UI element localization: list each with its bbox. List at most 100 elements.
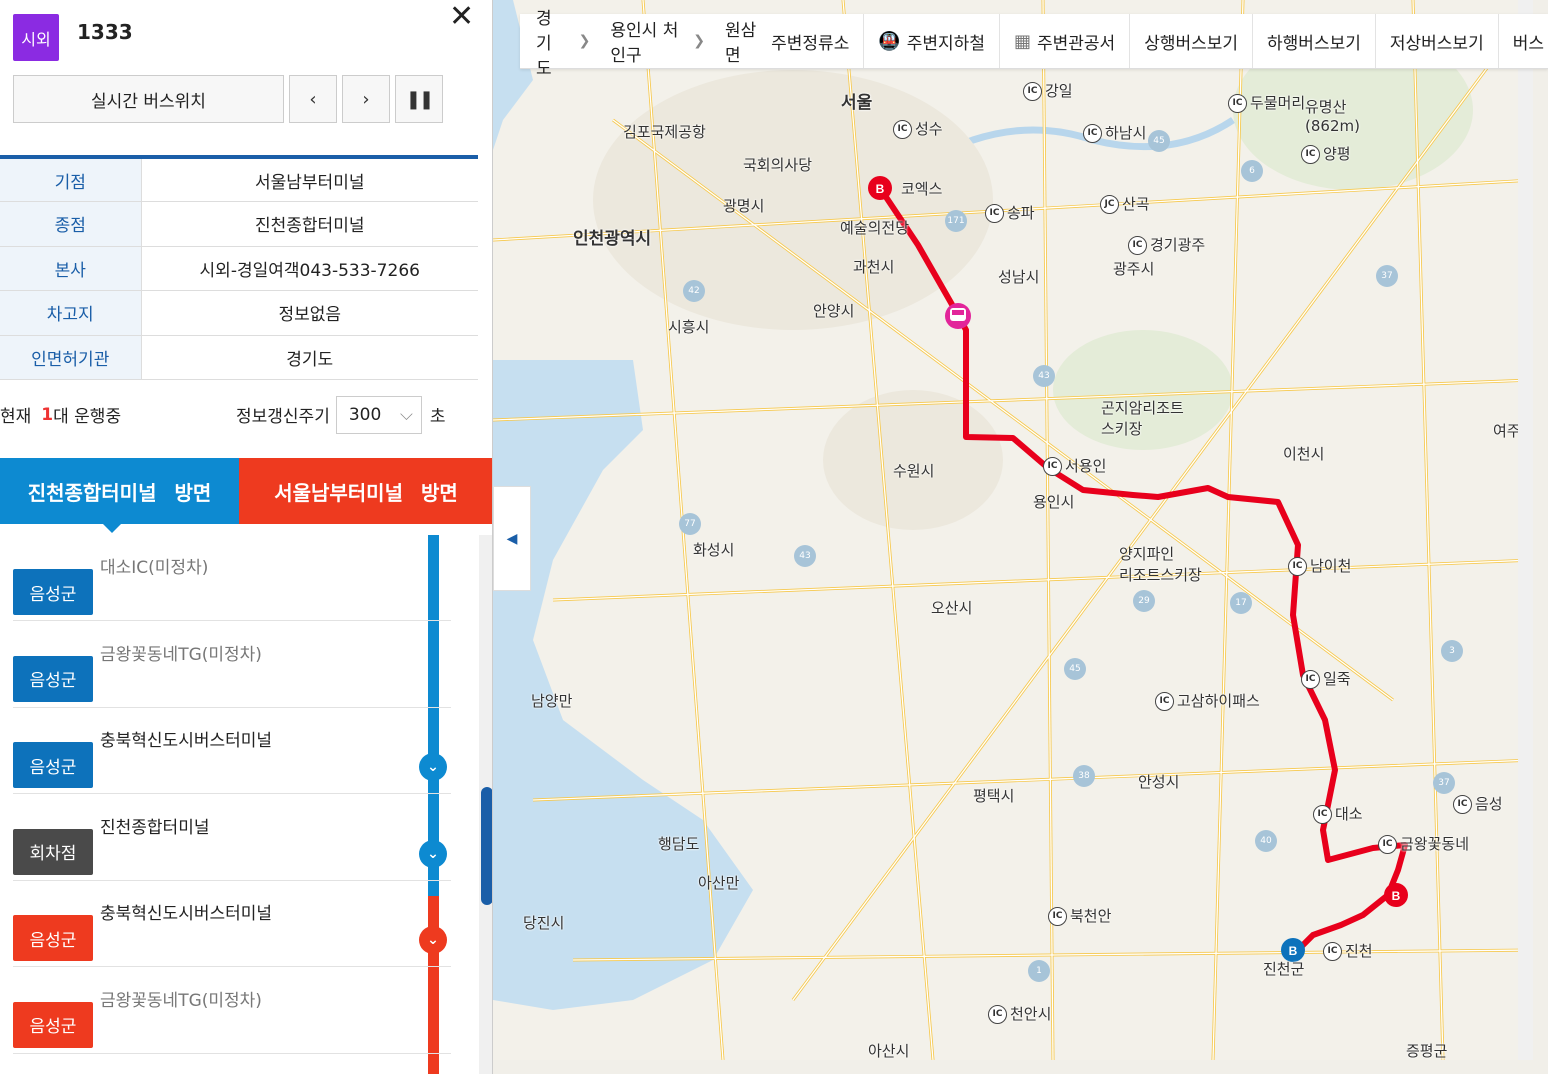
downbound-bus-button[interactable]: 하행버스보기 — [1252, 14, 1375, 68]
place-name: 남양만 — [531, 692, 573, 710]
subway-icon: 🚇 — [878, 30, 901, 52]
map-place-label: 행담도 — [658, 833, 699, 854]
bus-position-marker — [945, 303, 971, 329]
region-badge: 음성군 — [13, 1001, 93, 1048]
place-name: 고삼하이패스 — [1177, 692, 1260, 710]
chevron-down-icon[interactable]: ⌄ — [419, 839, 447, 868]
map-scrollbar-vertical[interactable] — [1518, 0, 1533, 1060]
place-name: 서용인 — [1065, 457, 1107, 475]
place-name: 증평군 — [1406, 1042, 1448, 1060]
chevron-down-icon: ⌵ — [399, 404, 413, 425]
next-button[interactable]: › — [342, 75, 390, 123]
svg-text:B: B — [876, 182, 885, 196]
map-place-label: 안성시 — [1138, 771, 1179, 792]
map-place-label: IC 북천안 — [1048, 905, 1111, 926]
info-label: 차고지 — [0, 290, 142, 335]
list-item[interactable]: 음성군 충북혁신도시버스터미널 ⌄ — [13, 708, 451, 794]
map-place-label: 성남시 — [998, 266, 1039, 287]
map-place-label: 아산시 — [868, 1040, 909, 1060]
scrollbar-thumb[interactable] — [481, 787, 492, 905]
list-item[interactable]: 음성군 금왕꽃동네TG(미정차) — [13, 968, 451, 1054]
place-name: 양지파인 리조트스키장 — [1119, 545, 1202, 584]
place-name: 용인시 — [1033, 493, 1075, 511]
map-place-label: 시흥시 — [668, 316, 709, 337]
list-item[interactable]: 음성군 충북혁신도시버스터미널 ⌄ — [13, 881, 451, 967]
place-name: 아산만 — [698, 874, 740, 892]
place-name: 일죽 — [1323, 670, 1351, 688]
breadcrumb-label: 경기도 — [536, 8, 552, 79]
map-place-label: IC 천안시 — [988, 1003, 1051, 1024]
place-name: 시흥시 — [668, 318, 710, 336]
stop-name: 대소IC(미정차) — [100, 558, 209, 578]
low-floor-bus-button[interactable]: 저상버스보기 — [1374, 14, 1498, 68]
info-label: 종점 — [0, 201, 142, 246]
bus-button[interactable]: 버스 — [1497, 14, 1548, 68]
highway-shield: 42 — [683, 280, 705, 302]
button-label: 주변지하철 — [906, 33, 985, 54]
breadcrumb-province[interactable]: 경기도 ❯ — [520, 9, 606, 79]
interchange-icon: IC — [988, 1005, 1007, 1024]
nearby-subway-button[interactable]: 🚇 주변지하철 — [863, 14, 999, 68]
place-name: 성수 — [915, 120, 943, 138]
highway-shield: 40 — [1255, 830, 1277, 852]
map-place-label: IC 금왕꽃동네 — [1378, 833, 1469, 854]
map-place-label: 수원시 — [893, 460, 934, 481]
map-place-label: 안양시 — [813, 300, 854, 321]
button-label: 저상버스보기 — [1389, 33, 1484, 54]
place-name: 대소 — [1335, 805, 1363, 823]
running-count: 1 — [41, 404, 54, 425]
highway-shield: 43 — [1033, 365, 1055, 387]
map-place-label: 인천광역시 — [573, 224, 651, 249]
nearby-stops-button[interactable]: 주변정류소 — [769, 14, 863, 68]
button-label: 주변정류소 — [771, 33, 850, 54]
direction-name: 진천종합터미널 — [27, 480, 157, 505]
pause-icon: ❚❚ — [405, 88, 434, 110]
map-view[interactable]: B B B 서울 인천광역시 IC 강일 IC 하남시 IC 성수 IC 두물머리 IC 양평 IC 송파… — [493, 0, 1533, 1060]
info-row-garage: 차고지 정보없음 — [0, 290, 478, 335]
interchange-icon: IC — [1301, 145, 1320, 164]
upbound-bus-button[interactable]: 상행버스보기 — [1129, 14, 1252, 68]
info-row-company: 본사 시외-경일여객043-533-7266 — [0, 246, 478, 291]
svg-text:B: B — [1392, 889, 1401, 903]
collapse-panel-button[interactable]: ◀ — [493, 486, 531, 591]
route-type-badge: 시외 — [13, 14, 59, 61]
close-icon[interactable]: ✕ — [449, 2, 474, 32]
place-name: 김포국제공항 — [623, 123, 706, 141]
breadcrumb-town[interactable]: 원삼면 — [721, 14, 769, 68]
map-place-label: 진천군 — [1263, 958, 1304, 979]
interchange-icon: IC — [1323, 942, 1342, 961]
chevron-down-icon[interactable]: ⌄ — [419, 753, 447, 781]
place-name: 안성시 — [1138, 773, 1180, 791]
interchange-icon: IC — [1453, 795, 1472, 814]
map-place-label: 광주시 — [1113, 258, 1154, 279]
button-label: 주변관공서 — [1036, 33, 1116, 54]
tab-direction-destination[interactable]: 진천종합터미널 방면 — [0, 458, 239, 533]
map-place-label: 서울 — [841, 88, 872, 113]
map-place-label: IC 강일 — [1023, 80, 1073, 101]
list-item[interactable]: 회차점 진천종합터미널 ⌄ — [13, 795, 451, 881]
refresh-interval-select[interactable]: 300 ⌵ — [335, 395, 422, 434]
list-item[interactable]: 음성군 금왕꽃동네TG(미정차) — [13, 622, 451, 708]
place-name: 음성 — [1475, 795, 1503, 813]
list-item[interactable]: 음성군 대소IC(미정차) — [13, 535, 451, 621]
chevron-down-icon[interactable]: ⌄ — [419, 926, 447, 954]
map-place-label: 화성시 — [693, 539, 734, 560]
map-canvas: B B B — [493, 0, 1533, 1060]
place-name: 유명산 (862m) — [1305, 98, 1360, 135]
breadcrumb-city[interactable]: 용인시 처인구 ❯ — [606, 14, 721, 68]
stop-name: 진천종합터미널 — [100, 817, 210, 838]
info-label: 기점 — [0, 157, 142, 202]
place-name: 두물머리 — [1250, 94, 1306, 112]
tab-direction-origin[interactable]: 서울남부터미널 방면 — [239, 458, 492, 524]
nearby-government-button[interactable]: ▦ 주변관공서 — [998, 14, 1129, 68]
interchange-icon: IC — [1043, 457, 1062, 476]
prev-button[interactable]: ‹ — [289, 75, 337, 123]
place-name: 국회의사당 — [743, 156, 813, 174]
realtime-bus-button[interactable]: 실시간 버스위치 — [13, 75, 284, 123]
place-name: 이천시 — [1283, 445, 1325, 463]
info-row-licensing: 인면허기관 경기도 — [0, 335, 478, 380]
pause-button[interactable]: ❚❚ — [395, 75, 443, 123]
info-label: 인면허기관 — [0, 335, 142, 380]
info-row-destination: 종점 진천종합터미널 — [0, 201, 478, 246]
route-panel: 시외 1333 ✕ 실시간 버스위치 ‹ › ❚❚ 기점 서울남부터미널 종점 … — [0, 0, 493, 1074]
